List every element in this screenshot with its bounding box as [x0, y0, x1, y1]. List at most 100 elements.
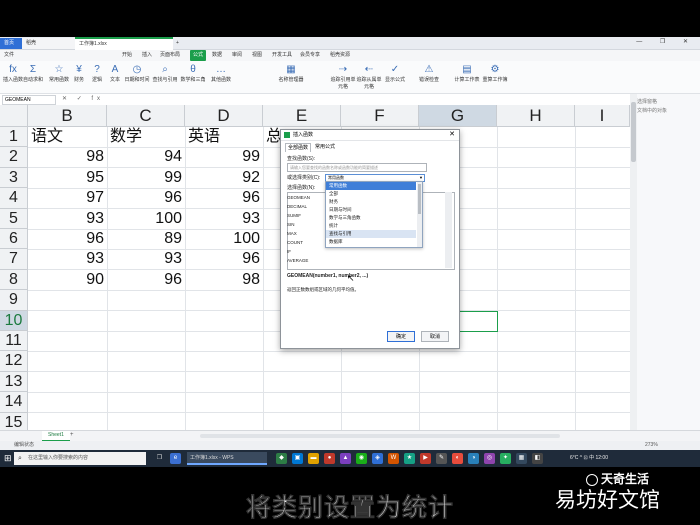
tab-common-formulas[interactable]: 常用公式 — [313, 143, 337, 151]
function-item[interactable]: SIN — [287, 222, 295, 227]
row-header-6[interactable]: 6 — [0, 229, 28, 250]
tab-workbook[interactable]: 工作簿1.xlsx — [75, 37, 173, 50]
cell-b8[interactable]: 90 — [28, 270, 107, 290]
name-box[interactable]: GEOMEAN — [2, 95, 56, 105]
cell-d8[interactable]: 98 — [185, 270, 263, 290]
cell-b7[interactable]: 93 — [28, 249, 107, 269]
menu-developer[interactable]: 开发工具 — [272, 50, 292, 61]
cell-c1[interactable]: 数学 — [107, 127, 185, 147]
column-header-c[interactable]: C — [107, 105, 185, 127]
trace-precedents-button[interactable]: ⇢ 追踪引用单元格 — [330, 64, 356, 90]
menu-view[interactable]: 视图 — [252, 50, 262, 61]
close-icon[interactable]: ✕ — [449, 130, 455, 140]
category-option[interactable]: 数据库 — [326, 238, 416, 246]
column-header-e[interactable]: E — [263, 105, 341, 127]
add-sheet-button[interactable]: + — [70, 431, 74, 440]
row-header-8[interactable]: 8 — [0, 269, 28, 291]
function-search-input[interactable]: 请输入您要查找的函数名称或函数功能的简要描述 — [287, 163, 427, 172]
vertical-scrollbar[interactable] — [630, 94, 637, 431]
app-icon[interactable]: ◎ — [484, 453, 495, 464]
function-item[interactable]: AVERAGE — [287, 258, 308, 263]
window-controls[interactable]: — ❐ ✕ — [636, 38, 696, 45]
cell-d4[interactable]: 96 — [185, 188, 263, 208]
category-option[interactable]: 全部 — [326, 190, 416, 198]
row-header-11[interactable]: 11 — [0, 331, 28, 352]
menu-formulas[interactable]: 公式 — [190, 50, 207, 61]
app-icon[interactable]: ▦ — [516, 453, 527, 464]
row-header-13[interactable]: 13 — [0, 371, 28, 393]
category-option[interactable]: 日期与时间 — [326, 206, 416, 214]
cancel-button[interactable]: 取消 — [421, 331, 449, 342]
cell-b3[interactable]: 95 — [28, 168, 107, 188]
menu-home[interactable]: 开始 — [122, 50, 132, 61]
cell-c6[interactable]: 89 — [107, 229, 185, 249]
app-icon[interactable]: ● — [324, 453, 335, 464]
row-header-3[interactable]: 3 — [0, 167, 28, 189]
tab-docer[interactable]: 稻壳 — [22, 38, 75, 49]
edge-icon[interactable]: e — [170, 453, 181, 464]
category-option[interactable]: 数学与三角函数 — [326, 214, 416, 222]
row-header-14[interactable]: 14 — [0, 392, 28, 413]
cell-c7[interactable]: 93 — [107, 249, 185, 269]
formula-controls[interactable]: ✕ ✓ fx — [62, 94, 104, 105]
category-option[interactable]: 常用函数 — [326, 182, 416, 190]
column-header-i[interactable]: I — [575, 105, 630, 127]
tab-all-functions[interactable]: 全部函数 — [285, 143, 312, 152]
cell-c3[interactable]: 99 — [107, 168, 185, 188]
function-item[interactable]: MAX — [287, 231, 297, 236]
category-option[interactable]: 统计 — [326, 222, 416, 230]
menu-data[interactable]: 数据 — [212, 50, 222, 61]
folder-icon[interactable]: ▬ — [308, 453, 319, 464]
function-item[interactable]: GEOMEAN — [287, 195, 310, 200]
other-functions-button[interactable]: … 其他函数 — [208, 64, 234, 90]
cell-d6[interactable]: 100 — [185, 229, 263, 249]
row-header-12[interactable]: 12 — [0, 351, 28, 372]
ok-button[interactable]: 确定 — [387, 331, 415, 342]
app-icon[interactable]: ★ — [404, 453, 415, 464]
app-icon[interactable]: ✦ — [500, 453, 511, 464]
app-icon[interactable]: ◧ — [532, 453, 543, 464]
menu-insert[interactable]: 插入 — [142, 50, 152, 61]
app-icon[interactable]: W — [388, 453, 399, 464]
app-icon[interactable]: ▲ — [340, 453, 351, 464]
row-header-5[interactable]: 5 — [0, 208, 28, 229]
category-option-highlighted[interactable]: 查找与引用 — [326, 230, 416, 238]
cell-d2[interactable]: 99 — [185, 147, 263, 167]
app-icon[interactable]: ◆ — [276, 453, 287, 464]
lookup-button[interactable]: ⌕ 查找与引用 — [152, 64, 178, 90]
taskbar-app-wps[interactable]: 工作簿1.xlsx - WPS — [187, 452, 267, 465]
column-header-g[interactable]: G — [419, 105, 497, 127]
calculate-sheet-button[interactable]: ▤ 计算工作表 — [454, 64, 480, 90]
column-header-f[interactable]: F — [341, 105, 419, 127]
dropdown-scroll-thumb[interactable] — [418, 184, 421, 214]
trace-dependents-button[interactable]: ⇠ 追踪从属单元格 — [356, 64, 382, 90]
select-all-corner[interactable] — [0, 105, 28, 127]
wechat-icon[interactable]: ◉ — [356, 453, 367, 464]
zoom-level[interactable]: 273% — [645, 441, 658, 450]
task-view-icon[interactable]: ❐ — [154, 453, 165, 464]
app-icon[interactable]: ◐ — [452, 453, 463, 464]
scroll-thumb[interactable] — [631, 102, 636, 162]
recalculate-button[interactable]: ⚙ 重算工作簿 — [482, 64, 508, 90]
app-icon[interactable]: ▣ — [292, 453, 303, 464]
app-icon[interactable]: ◈ — [372, 453, 383, 464]
column-header-h[interactable]: H — [497, 105, 575, 127]
menu-review[interactable]: 审阅 — [232, 50, 242, 61]
cell-c2[interactable]: 94 — [107, 147, 185, 167]
windows-start-icon[interactable]: ⊞ — [4, 453, 12, 464]
cell-b1[interactable]: 语文 — [28, 127, 107, 147]
cell-d3[interactable]: 92 — [185, 168, 263, 188]
row-header-7[interactable]: 7 — [0, 249, 28, 270]
date-time-button[interactable]: ◷ 日期和时间 — [124, 64, 150, 90]
row-header-2[interactable]: 2 — [0, 147, 28, 168]
function-item[interactable]: COUNT — [287, 240, 303, 245]
math-trig-button[interactable]: θ 数学和三角 — [180, 64, 206, 90]
cell-b4[interactable]: 97 — [28, 188, 107, 208]
app-icon[interactable]: ▶ — [420, 453, 431, 464]
cell-d7[interactable]: 96 — [185, 249, 263, 269]
cell-b5[interactable]: 93 — [28, 209, 107, 229]
cell-b6[interactable]: 96 — [28, 229, 107, 249]
cell-c5[interactable]: 100 — [107, 209, 185, 229]
show-formulas-button[interactable]: ✓ 显示公式 — [382, 64, 408, 90]
column-header-b[interactable]: B — [28, 105, 107, 127]
